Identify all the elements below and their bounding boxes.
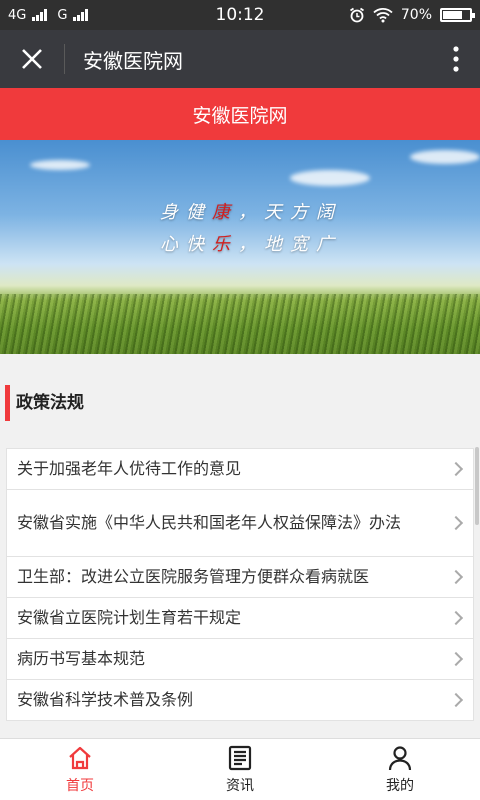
section-accent-bar [5,385,10,421]
list-item-text: 安徽省实施《中华人民共和国老年人权益保障法》办法 [17,513,402,532]
policy-list: 关于加强老年人优待工作的意见 安徽省实施《中华人民共和国老年人权益保障法》办法 … [0,446,480,721]
close-button[interactable] [0,30,64,88]
list-item[interactable]: 卫生部：改进公立医院服务管理方便群众看病就医 [6,556,474,598]
chevron-right-icon [448,651,464,667]
section-header: 政策法规 [0,354,480,446]
banner-slogan-line2: 心快乐，地宽广 [160,234,342,255]
battery-percent: 70% [400,7,432,23]
tab-home-label: 首页 [66,777,94,794]
user-icon [388,745,412,770]
page-header: 安徽医院网 [0,88,480,140]
list-item[interactable]: 关于加强老年人优待工作的意见 [6,448,474,490]
tab-mine-label: 我的 [386,777,414,794]
list-item-text: 病历书写基本规范 [17,649,146,668]
list-item[interactable]: 安徽省科学技术普及条例 [6,679,474,721]
status-bar: 4G G 10:12 70% [0,0,480,30]
grass-decoration [0,294,480,354]
list-item-text: 安徽省立医院计划生育若干规定 [17,608,242,627]
close-icon [22,49,42,69]
list-item[interactable]: 安徽省立医院计划生育若干规定 [6,597,474,639]
tab-bar: 首页 资讯 我的 [0,738,480,800]
signal-icon-2 [73,9,89,21]
list-item-text: 安徽省科学技术普及条例 [17,690,194,709]
list-item[interactable]: 病历书写基本规范 [6,638,474,680]
signal-icon [32,9,48,21]
nav-bar: 安徽医院网 [0,30,480,88]
more-vertical-icon [453,46,459,72]
banner-slogan-line1: 身健康，天方阔 [160,202,342,223]
alarm-icon [349,7,364,23]
banner-image[interactable]: 身健康，天方阔 心快乐，地宽广 [0,140,480,354]
tab-mine[interactable]: 我的 [320,739,480,800]
tab-news-label: 资讯 [226,777,254,794]
network-g-label: G [57,7,68,23]
tab-home[interactable]: 首页 [0,739,160,800]
tab-news[interactable]: 资讯 [160,739,320,800]
list-item-text: 卫生部：改进公立医院服务管理方便群众看病就医 [17,567,370,586]
chevron-right-icon [448,515,464,531]
cloud-decoration [290,170,370,186]
network-4g-label: 4G [8,7,27,23]
scrollbar[interactable] [475,447,479,525]
page-title: 安徽医院网 [192,104,288,127]
chevron-right-icon [448,692,464,708]
battery-icon [440,8,475,22]
chevron-right-icon [448,610,464,626]
status-indicators: 70% [349,7,475,23]
cloud-decoration [30,160,90,170]
nav-title: 安徽医院网 [83,48,183,73]
newspaper-icon [228,745,252,770]
more-button[interactable] [432,30,480,88]
status-signals: 4G G [8,8,94,23]
home-icon [69,746,91,769]
chevron-right-icon [448,461,464,477]
nav-divider [64,44,65,74]
chevron-right-icon [448,569,464,585]
list-item-text: 关于加强老年人优待工作的意见 [17,459,242,478]
wifi-icon [373,8,393,23]
list-item[interactable]: 安徽省实施《中华人民共和国老年人权益保障法》办法 [6,489,474,557]
section-title: 政策法规 [16,392,84,413]
cloud-decoration [410,150,480,164]
